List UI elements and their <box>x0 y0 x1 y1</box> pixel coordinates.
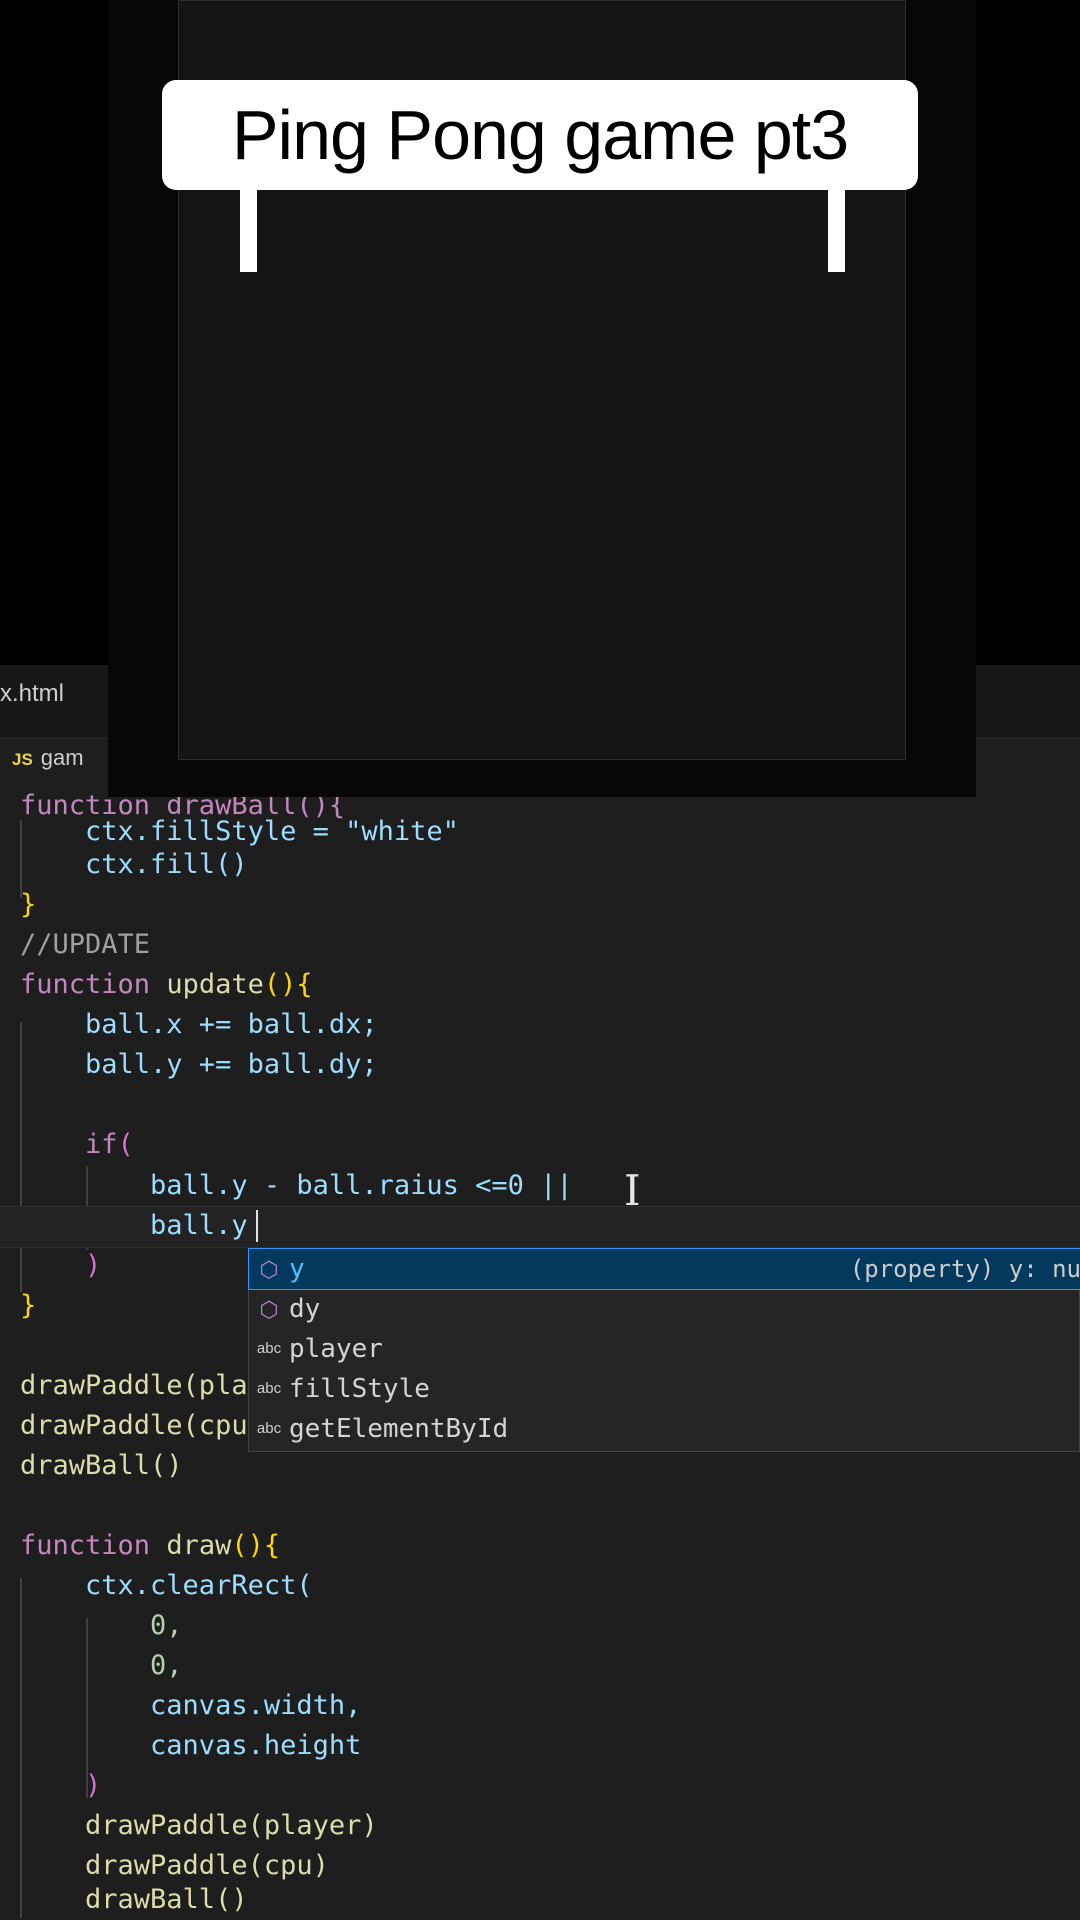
code-line[interactable]: } <box>20 1286 36 1326</box>
code-line[interactable]: drawPaddle(cpu <box>20 1406 248 1446</box>
player-paddle <box>240 184 257 272</box>
tab-game-js-label: gam <box>40 745 84 770</box>
code-line[interactable]: ) <box>20 1246 101 1286</box>
code-line[interactable]: } <box>20 885 36 925</box>
code-line[interactable]: canvas.width, <box>20 1686 361 1726</box>
code-line[interactable]: ) <box>20 1766 101 1806</box>
keyword-function: function <box>20 1530 167 1561</box>
code-line[interactable]: ball.x += ball.dx; <box>20 1005 378 1045</box>
suggestion-item[interactable]: abc getElementById <box>249 1409 1080 1449</box>
suggestion-item[interactable]: abc fillStyle <box>249 1369 1080 1409</box>
cpu-paddle <box>828 184 845 272</box>
suggestion-label: y <box>289 1254 305 1284</box>
code-line[interactable]: ctx.clearRect( <box>20 1566 313 1606</box>
code-line[interactable]: ctx.fill() <box>20 845 248 885</box>
js-file-icon: JS <box>12 750 33 769</box>
abc-icon: abc <box>256 1340 282 1357</box>
code-line[interactable]: 0, <box>20 1646 183 1686</box>
suggestion-item[interactable]: ⬡ dy <box>249 1289 1080 1329</box>
code-line-active[interactable]: ball.y <box>20 1206 248 1246</box>
bracket: ( <box>117 1129 134 1160</box>
text-cursor <box>256 1210 258 1242</box>
keyword-if: if <box>20 1129 118 1160</box>
cube-icon: ⬡ <box>259 1298 279 1323</box>
code-line[interactable]: function update(){ <box>20 965 313 1005</box>
keyword-function: function <box>20 969 167 1000</box>
code-line[interactable]: drawBall() <box>20 1446 183 1486</box>
code-line[interactable]: 0, <box>20 1606 183 1646</box>
code-line[interactable]: ball.y - ball.raius <=0 || <box>20 1166 573 1206</box>
function-name: update <box>166 969 264 1000</box>
abc-icon: abc <box>256 1380 282 1397</box>
code-line[interactable]: canvas.height <box>20 1726 361 1766</box>
autocomplete-widget[interactable]: ⬡ y (property) y: nu ⬡ dy abc player abc fil… <box>248 1248 1080 1452</box>
code-line[interactable]: drawPaddle(pla <box>20 1366 248 1406</box>
suggestion-label: player <box>289 1334 383 1364</box>
code-line[interactable]: ball.y += ball.dy; <box>20 1045 378 1085</box>
suggestion-detail: (property) y: nu <box>849 1255 1080 1283</box>
suggestion-label: dy <box>289 1294 321 1324</box>
code-comment[interactable]: //UPDATE <box>20 925 150 965</box>
ibeam-cursor-icon: I <box>624 1166 641 1215</box>
code-line[interactable]: function draw(){ <box>20 1526 280 1566</box>
cube-icon: ⬡ <box>259 1258 279 1283</box>
code-line[interactable]: if( <box>20 1125 134 1165</box>
function-name: draw <box>166 1530 232 1561</box>
suggestion-item[interactable]: ⬡ y (property) y: nu <box>248 1248 1080 1290</box>
abc-icon: abc <box>256 1420 282 1437</box>
suggestion-item[interactable]: abc player <box>249 1329 1080 1369</box>
code-line[interactable]: drawBall() <box>20 1880 248 1920</box>
suggestion-label: getElementById <box>289 1414 509 1444</box>
video-title-banner: Ping Pong game pt3 <box>162 80 918 190</box>
bracket: (){ <box>263 969 313 1000</box>
code-line[interactable]: drawPaddle(player) <box>20 1806 378 1846</box>
tab-game-js[interactable]: JS gam <box>12 745 84 771</box>
suggestion-label: fillStyle <box>289 1374 430 1404</box>
bracket: (){ <box>231 1530 281 1561</box>
tab-index-html[interactable]: x.html <box>0 680 64 708</box>
